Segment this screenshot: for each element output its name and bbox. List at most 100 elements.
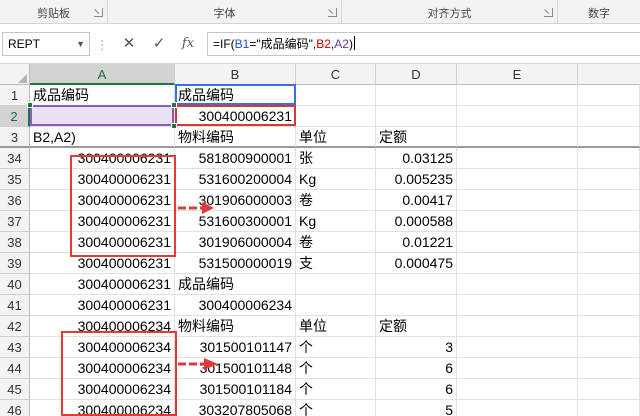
- row-header-2[interactable]: 2: [0, 106, 30, 127]
- cell-a44[interactable]: 300400006234: [30, 358, 175, 379]
- column-header-e[interactable]: E: [457, 64, 578, 85]
- cell-a41[interactable]: 300400006231: [30, 295, 175, 316]
- cell-a43[interactable]: 300400006234: [30, 337, 175, 358]
- cell-f40[interactable]: [578, 274, 640, 295]
- row-header-3[interactable]: 3: [0, 127, 30, 148]
- cell-a45[interactable]: 300400006234: [30, 379, 175, 400]
- cell-d2[interactable]: [376, 106, 457, 127]
- cell-c41[interactable]: [296, 295, 376, 316]
- cell-d43[interactable]: 3: [376, 337, 457, 358]
- cell-b46[interactable]: 303207805068: [175, 400, 296, 416]
- cell-a37[interactable]: 300400006231: [30, 211, 175, 232]
- row-header-35[interactable]: 35: [0, 169, 30, 190]
- row-header-38[interactable]: 38: [0, 232, 30, 253]
- cell-e40[interactable]: [457, 274, 578, 295]
- cell-a36[interactable]: 300400006231: [30, 190, 175, 211]
- selection-handle-icon[interactable]: [27, 102, 33, 108]
- name-box[interactable]: REPT ▼: [2, 32, 90, 56]
- cell-b35[interactable]: 531600200004: [175, 169, 296, 190]
- cell-e42[interactable]: [457, 316, 578, 337]
- row-header-41[interactable]: 41: [0, 295, 30, 316]
- cell-e41[interactable]: [457, 295, 578, 316]
- cell-e38[interactable]: [457, 232, 578, 253]
- cell-e45[interactable]: [457, 379, 578, 400]
- clipboard-dialog-launcher-icon[interactable]: [94, 8, 103, 17]
- cell-d35[interactable]: 0.005235: [376, 169, 457, 190]
- cell-a3[interactable]: B2,A2): [30, 127, 175, 148]
- row-header-42[interactable]: 42: [0, 316, 30, 337]
- row-header-36[interactable]: 36: [0, 190, 30, 211]
- cell-f43[interactable]: [578, 337, 640, 358]
- row-header-45[interactable]: 45: [0, 379, 30, 400]
- cell-a39[interactable]: 300400006231: [30, 253, 175, 274]
- row-header-1[interactable]: 1: [0, 85, 30, 106]
- cell-c38[interactable]: 卷: [296, 232, 376, 253]
- cell-c35[interactable]: Kg: [296, 169, 376, 190]
- cell-c37[interactable]: Kg: [296, 211, 376, 232]
- cell-a38[interactable]: 300400006231: [30, 232, 175, 253]
- cell-e37[interactable]: [457, 211, 578, 232]
- cell-f35[interactable]: [578, 169, 640, 190]
- select-all-button[interactable]: [0, 64, 30, 85]
- cell-c1[interactable]: [296, 85, 376, 106]
- row-header-34[interactable]: 34: [0, 148, 30, 169]
- cell-d39[interactable]: 0.000475: [376, 253, 457, 274]
- cell-d45[interactable]: 6: [376, 379, 457, 400]
- cell-f38[interactable]: [578, 232, 640, 253]
- cell-b44[interactable]: 301500101148: [175, 358, 296, 379]
- cell-d34[interactable]: 0.03125: [376, 148, 457, 169]
- cell-c34[interactable]: 张: [296, 148, 376, 169]
- cell-e46[interactable]: [457, 400, 578, 416]
- cell-b42[interactable]: 物料编码: [175, 316, 296, 337]
- row-header-37[interactable]: 37: [0, 211, 30, 232]
- worksheet-grid[interactable]: A B C D E 1 成品编码 成品编码 2 300400006231 3 B2,A2) 物…: [0, 64, 640, 416]
- cell-a46[interactable]: 300400006234: [30, 400, 175, 416]
- cell-b40[interactable]: 成品编码: [175, 274, 296, 295]
- alignment-dialog-launcher-icon[interactable]: [544, 8, 553, 17]
- cell-c42[interactable]: 单位: [296, 316, 376, 337]
- cell-e35[interactable]: [457, 169, 578, 190]
- column-header-f[interactable]: [578, 64, 640, 85]
- cell-d41[interactable]: [376, 295, 457, 316]
- cell-b39[interactable]: 531500000019: [175, 253, 296, 274]
- cell-b38[interactable]: 301906000004: [175, 232, 296, 253]
- cell-a35[interactable]: 300400006231: [30, 169, 175, 190]
- cell-e43[interactable]: [457, 337, 578, 358]
- cell-d37[interactable]: 0.000588: [376, 211, 457, 232]
- column-header-d[interactable]: D: [376, 64, 457, 85]
- formula-input[interactable]: =IF(B1="成品编码",B2,A2): [207, 32, 640, 56]
- cell-e39[interactable]: [457, 253, 578, 274]
- cell-f3[interactable]: [578, 127, 640, 148]
- cell-f46[interactable]: [578, 400, 640, 416]
- row-header-46[interactable]: 46: [0, 400, 30, 416]
- column-header-a[interactable]: A: [30, 64, 175, 85]
- cell-f1[interactable]: [578, 85, 640, 106]
- splitter-dots-icon[interactable]: ⋮: [96, 38, 108, 52]
- cell-e1[interactable]: [457, 85, 578, 106]
- cell-f2[interactable]: [578, 106, 640, 127]
- cell-f39[interactable]: [578, 253, 640, 274]
- cell-c43[interactable]: 个: [296, 337, 376, 358]
- cell-f36[interactable]: [578, 190, 640, 211]
- cell-f37[interactable]: [578, 211, 640, 232]
- row-header-44[interactable]: 44: [0, 358, 30, 379]
- chevron-down-icon[interactable]: ▼: [76, 33, 85, 55]
- cell-f45[interactable]: [578, 379, 640, 400]
- column-header-b[interactable]: B: [175, 64, 296, 85]
- insert-function-button[interactable]: fx: [177, 34, 199, 54]
- selection-handle-icon[interactable]: [171, 102, 177, 108]
- cell-f41[interactable]: [578, 295, 640, 316]
- cell-e36[interactable]: [457, 190, 578, 211]
- cell-d38[interactable]: 0.01221: [376, 232, 457, 253]
- cell-b34[interactable]: 581800900001: [175, 148, 296, 169]
- cell-d42[interactable]: 定额: [376, 316, 457, 337]
- cell-a34[interactable]: 300400006231: [30, 148, 175, 169]
- cell-b37[interactable]: 531600300001: [175, 211, 296, 232]
- cell-c46[interactable]: 个: [296, 400, 376, 416]
- enter-button[interactable]: ✓: [148, 34, 170, 54]
- cell-c44[interactable]: 个: [296, 358, 376, 379]
- active-cell-a2[interactable]: [30, 105, 174, 126]
- cell-a1[interactable]: 成品编码: [30, 85, 175, 106]
- cancel-button[interactable]: ✕: [118, 34, 140, 54]
- selection-handle-icon[interactable]: [171, 123, 177, 129]
